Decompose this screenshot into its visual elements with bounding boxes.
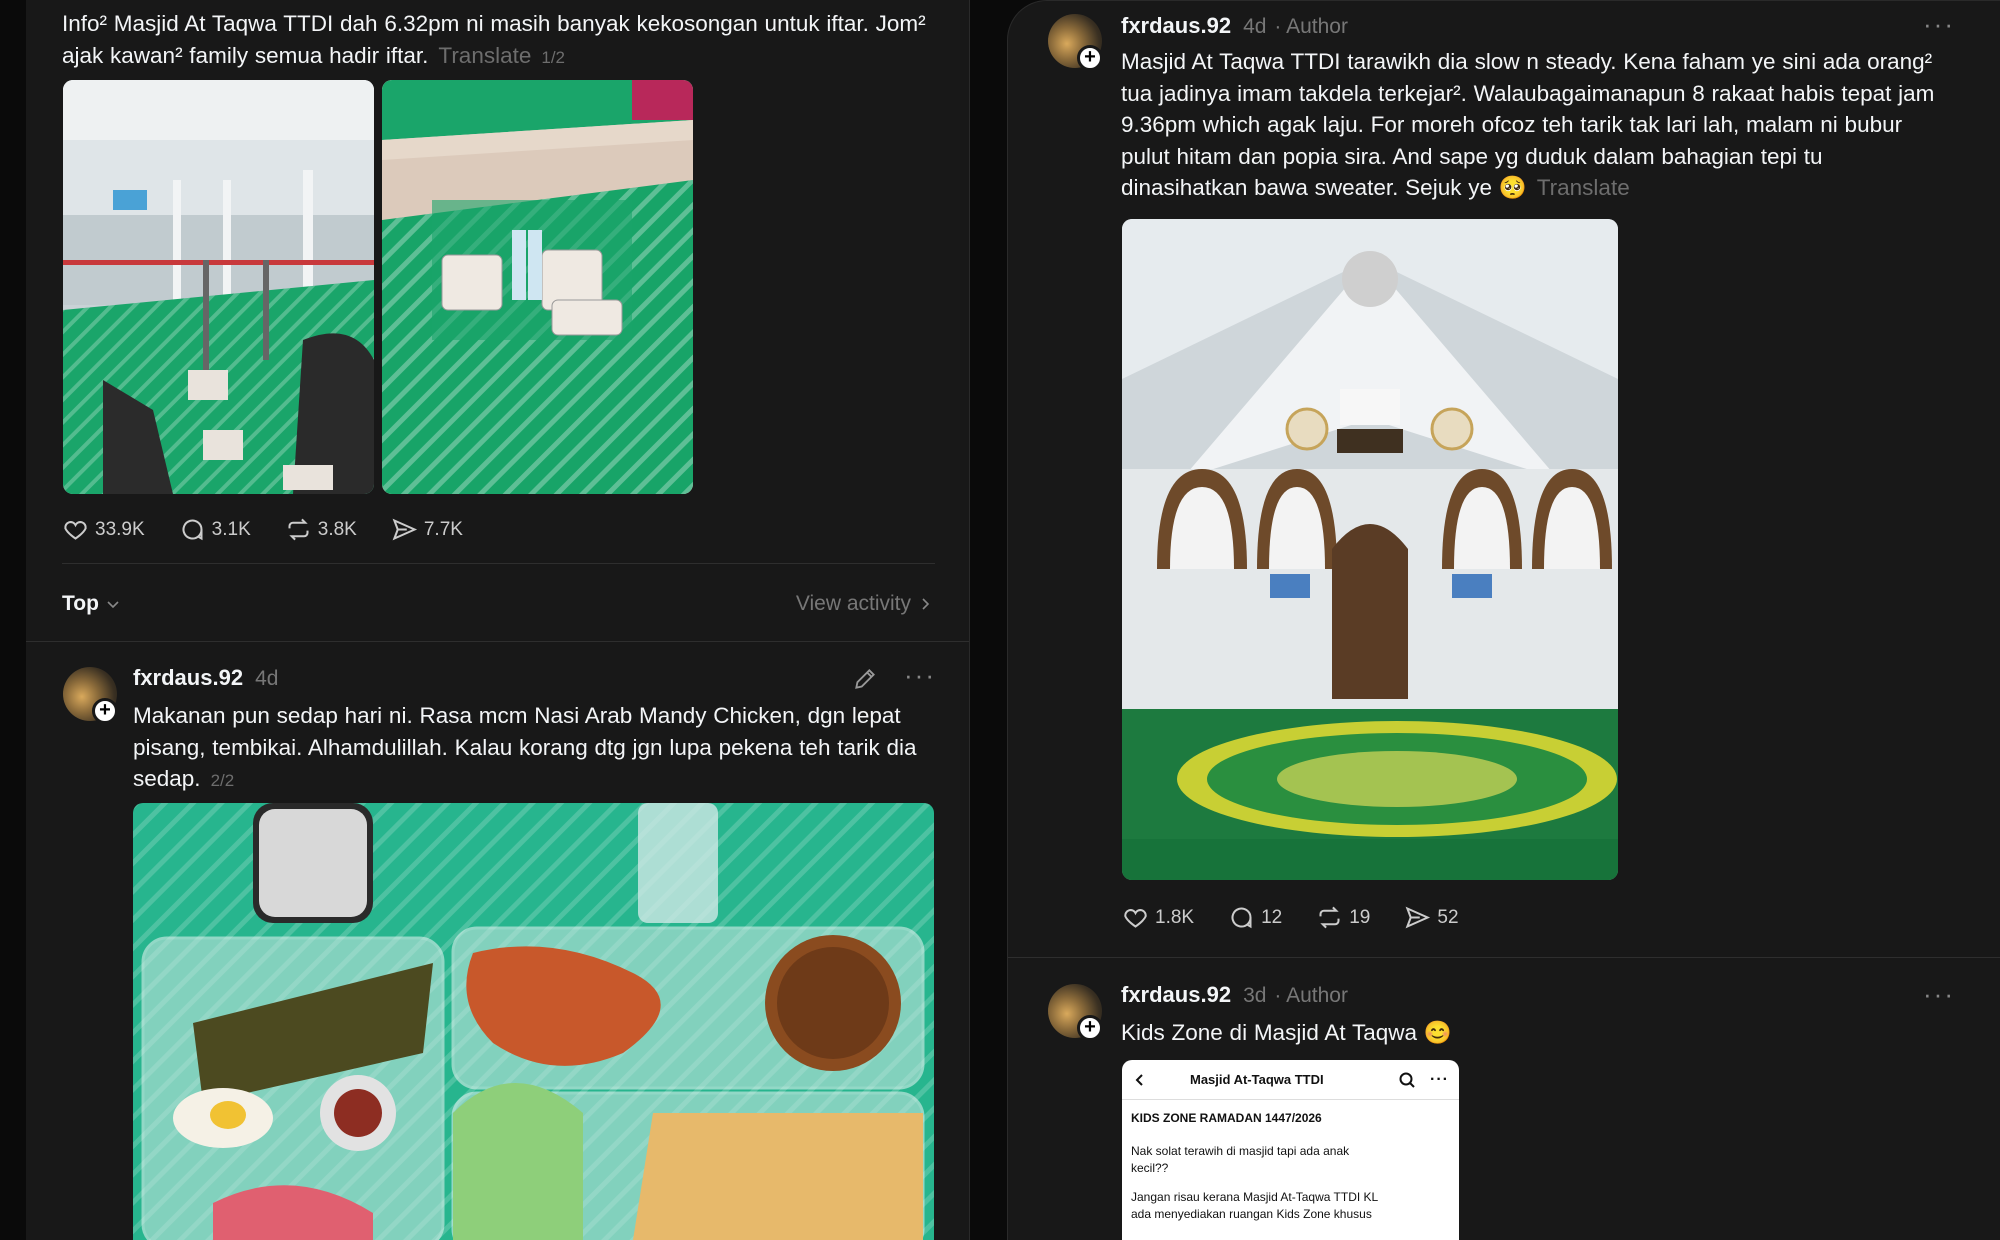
chevron-down-icon — [107, 601, 119, 609]
more-options-icon[interactable]: ··· — [1923, 979, 1955, 1010]
right-thread-column: + fxrdaus.92 4d · Author ··· Masjid At T… — [1007, 0, 2000, 1240]
food-photo — [133, 803, 934, 1240]
translate-link[interactable]: Translate — [438, 43, 531, 68]
author-badge: · Author — [1274, 15, 1348, 38]
share-button[interactable]: 52 — [1404, 904, 1459, 931]
translate-link[interactable]: Translate — [1537, 175, 1630, 200]
username[interactable]: fxrdaus.92 — [133, 665, 243, 691]
page-indicator: 2/2 — [210, 771, 235, 790]
post-text: Makanan pun sedap hari ni. Rasa mcm Nasi… — [133, 703, 917, 791]
repost-icon — [1319, 906, 1340, 929]
page-indicator: 1/2 — [541, 47, 566, 67]
share-button[interactable]: 7.7K — [391, 516, 463, 543]
follow-plus-icon[interactable]: + — [1077, 1015, 1103, 1041]
mats-photo — [382, 80, 693, 494]
comment-button[interactable]: 3.1K — [179, 516, 251, 543]
edit-icon[interactable] — [852, 666, 878, 692]
more-options-icon[interactable]: ··· — [904, 660, 936, 691]
follow-plus-icon[interactable]: + — [92, 698, 118, 724]
timestamp: 4d — [1243, 15, 1267, 38]
view-activity-link[interactable]: View activity — [796, 592, 933, 616]
send-icon — [1405, 906, 1431, 929]
post-header: fxrdaus.92 4d · Author — [1121, 13, 1348, 39]
repost-button[interactable]: 19 — [1316, 904, 1370, 931]
back-arrow-icon — [1135, 1073, 1143, 1086]
sort-dropdown[interactable]: Top — [62, 592, 121, 616]
post-image-food[interactable] — [133, 803, 934, 1240]
more-options-icon[interactable]: ··· — [1923, 9, 1955, 40]
comment-button[interactable]: 12 — [1228, 904, 1282, 931]
post-image-mats[interactable] — [382, 80, 693, 494]
repost-icon — [288, 518, 309, 541]
author-badge: · Author — [1274, 984, 1348, 1007]
post-image-screenshot[interactable]: Masjid At-Taqwa TTDI ··· KIDS ZONE RAMAD… — [1122, 1060, 1459, 1240]
like-button[interactable]: 33.9K — [62, 516, 145, 543]
comment-icon — [1231, 907, 1252, 929]
screenshot-body: KIDS ZONE RAMADAN 1447/2026 Nak solat te… — [1131, 1111, 1379, 1221]
left-thread-column: Info² Masjid At Taqwa TTDI dah 6.32pm ni… — [26, 0, 970, 1240]
post-actions: 33.9K 3.1K 3.8K 7.7K — [62, 516, 497, 543]
follow-plus-icon[interactable]: + — [1077, 45, 1103, 71]
post-header: fxrdaus.92 4d — [133, 665, 278, 691]
post-text: Kids Zone di Masjid At Taqwa 😊 — [1121, 1020, 1452, 1045]
post-actions: 1.8K 12 19 52 — [1122, 904, 1493, 931]
heart-icon — [1124, 909, 1147, 928]
post-text: Masjid At Taqwa TTDI tarawikh dia slow n… — [1121, 49, 1935, 200]
like-button[interactable]: 1.8K — [1122, 904, 1194, 931]
mosque-photo — [1122, 219, 1618, 880]
chevron-right-icon — [922, 598, 930, 610]
post-image-mosque-interior[interactable] — [1122, 219, 1618, 880]
timestamp: 4d — [255, 667, 279, 690]
more-options-icon: ··· — [1430, 1070, 1449, 1088]
post-header: fxrdaus.92 3d · Author — [1121, 982, 1348, 1008]
screenshot-header: Masjid At-Taqwa TTDI ··· — [1122, 1060, 1459, 1100]
send-icon — [392, 518, 417, 541]
repost-button[interactable]: 3.8K — [285, 516, 357, 543]
divider — [26, 641, 969, 642]
comment-icon — [182, 519, 203, 541]
post-image-hall[interactable] — [63, 80, 374, 494]
heart-icon — [64, 521, 87, 540]
username[interactable]: fxrdaus.92 — [1121, 982, 1231, 1008]
hall-photo — [63, 80, 374, 494]
divider — [1008, 957, 2000, 958]
post-text: Info² Masjid At Taqwa TTDI dah 6.32pm ni… — [62, 11, 926, 68]
search-icon — [1399, 1072, 1415, 1088]
username[interactable]: fxrdaus.92 — [1121, 13, 1231, 39]
timestamp: 3d — [1243, 984, 1267, 1007]
divider — [62, 563, 935, 564]
